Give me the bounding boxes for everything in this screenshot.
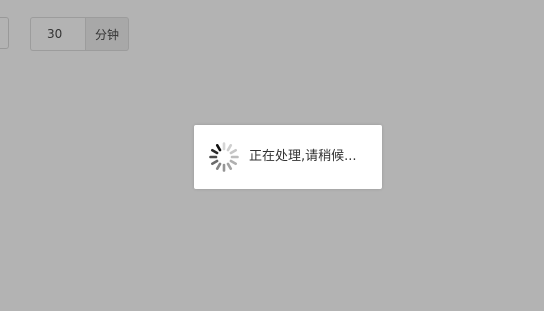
spinner-icon [209, 142, 239, 172]
duration-input[interactable] [30, 17, 85, 51]
duration-unit-label: 分钟 [85, 17, 129, 51]
duration-input-group: 分钟 [30, 17, 129, 51]
loading-message: 正在处理,请稍候... [249, 149, 357, 164]
loading-dialog: 正在处理,请稍候... [194, 125, 382, 189]
partial-input-field[interactable] [0, 17, 9, 49]
